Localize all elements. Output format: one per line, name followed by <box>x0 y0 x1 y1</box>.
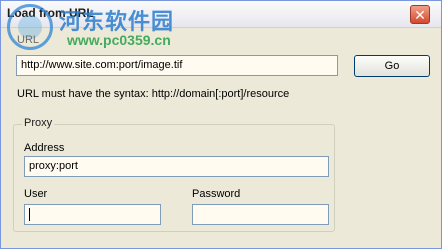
go-button[interactable]: Go <box>354 55 430 77</box>
password-label: Password <box>192 188 241 200</box>
address-label: Address <box>24 142 65 154</box>
url-input[interactable]: http://www.site.com:port/image.tif <box>16 55 338 76</box>
password-input[interactable] <box>192 204 329 225</box>
text-caret <box>29 208 30 222</box>
watermark-url: www.pc0359.cn <box>67 32 171 48</box>
load-from-url-dialog: Load from URL ✕ 河东软件园 www.pc0359.cn URL … <box>0 0 442 249</box>
close-icon: ✕ <box>414 7 426 23</box>
proxy-group-label: Proxy <box>22 117 55 129</box>
close-button[interactable]: ✕ <box>410 5 430 24</box>
url-label: URL <box>17 34 40 46</box>
user-label: User <box>24 188 48 200</box>
url-syntax-hint: URL must have the syntax: http://domain[… <box>17 88 290 100</box>
address-input[interactable]: proxy:port <box>24 156 329 177</box>
watermark: 河东软件园 www.pc0359.cn <box>7 2 237 52</box>
user-input[interactable] <box>24 204 161 225</box>
